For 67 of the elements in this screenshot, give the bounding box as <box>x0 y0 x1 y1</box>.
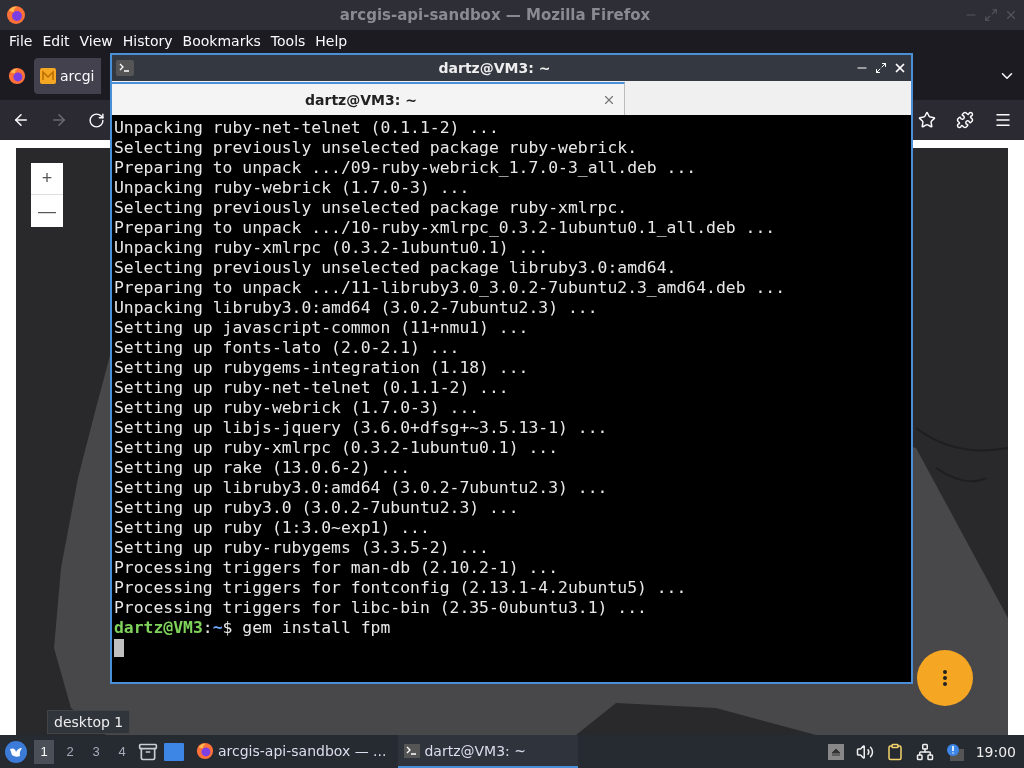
window-title: arcgis-api-sandbox — Mozilla Firefox <box>338 6 652 24</box>
workspace-button[interactable]: 4 <box>112 739 132 764</box>
terminal-line: Setting up ruby-xmlrpc (0.3.2-1ubuntu0.1) ... <box>114 438 560 458</box>
more-icon <box>943 670 947 686</box>
terminal-line: Setting up javascript-common (11+nmu1) ... <box>114 318 530 338</box>
browser-logo-icon <box>196 741 214 760</box>
terminal-line: Setting up ruby-rubygems (3.3.5-2) ... <box>114 538 490 558</box>
terminal-line: Unpacking libruby3.0:amd64 (3.0.2-7ubuntu2.3) ... <box>114 298 599 318</box>
start-menu-icon[interactable] <box>4 739 28 764</box>
extensions-icon[interactable] <box>956 111 974 129</box>
terminal-line: Setting up rubygems-integration (1.18) ... <box>114 358 530 378</box>
terminal-line: Processing triggers for fontconfig (2.13.1-4.2ubuntu5) ... <box>114 578 688 598</box>
terminal-line: Setting up ruby-net-telnet (0.1.1-2) ... <box>114 378 510 398</box>
terminal-line: Setting up libruby3.0:amd64 (3.0.2-7ubuntu2.3) ... <box>114 478 609 498</box>
menu-item[interactable]: Help <box>311 33 352 49</box>
browser-tab[interactable]: arcgi <box>34 58 101 94</box>
clipboard-icon[interactable] <box>885 742 904 761</box>
terminal-tab[interactable]: dartz@VM3: ~ <box>112 82 625 115</box>
network-icon[interactable] <box>915 742 934 761</box>
close-icon[interactable] <box>893 61 907 75</box>
terminal-line: Unpacking ruby-net-telnet (0.1.1-2) ... <box>114 118 500 138</box>
terminal-line: Setting up ruby (1:3.0~exp1) ... <box>114 518 431 538</box>
terminal-line: Processing triggers for man-db (2.10.2-1) ... <box>114 558 560 578</box>
terminal-line: Setting up ruby3.0 (3.0.2-7ubuntu2.3) ... <box>114 498 520 518</box>
workspace-button[interactable]: 3 <box>86 739 106 764</box>
terminal-line: Selecting previously unselected package ruby-webrick. <box>114 138 638 158</box>
eject-icon[interactable] <box>827 743 844 760</box>
volume-icon[interactable] <box>855 742 874 761</box>
menu-item[interactable]: File <box>5 33 37 49</box>
window-title: dartz@VM3: ~ <box>437 60 552 76</box>
terminal-line: Unpacking ruby-xmlrpc (0.3.2-1ubuntu0.1) ... <box>114 238 550 258</box>
terminal-icon <box>116 60 134 76</box>
menu-item[interactable]: Edit <box>38 33 74 49</box>
tooltip: desktop 1 <box>47 710 131 734</box>
menu-item[interactable]: Tools <box>266 33 310 49</box>
notification-icon[interactable] <box>945 742 964 761</box>
workspace-button[interactable]: 2 <box>60 739 80 764</box>
terminal-line: Preparing to unpack .../09-ruby-webrick_1.7.0-3_all.deb ... <box>114 158 698 178</box>
taskbar-task[interactable]: arcgis-api-sandbox — ... <box>190 735 393 768</box>
terminal-line: Setting up rake (13.0.6-2) ... <box>114 458 412 478</box>
terminal-line: Setting up fonts-lato (2.0-2.1) ... <box>114 338 461 358</box>
terminal-line: Preparing to unpack .../10-ruby-xmlrpc_0.3.2-1ubuntu0.1_all.deb ... <box>114 218 777 238</box>
browser-logo-icon <box>8 67 26 85</box>
terminal-line: Processing triggers for libc-bin (2.35-0ubuntu3.1) ... <box>114 598 648 618</box>
browser-logo-icon <box>6 5 26 25</box>
reload-icon[interactable] <box>88 111 105 129</box>
prompt-line: dartz@VM3:~$ gem install fpm <box>114 618 392 638</box>
clock: 19:00 <box>975 743 1016 760</box>
taskbar-task[interactable]: dartz@VM3: ~ <box>398 735 579 768</box>
tab-favicon-icon <box>40 68 56 84</box>
terminal-line: Preparing to unpack .../11-libruby3.0_3.0.2-7ubuntu2.3_amd64.deb ... <box>114 278 787 298</box>
terminal-line: Selecting previously unselected package libruby3.0:amd64. <box>114 258 678 278</box>
menu-item[interactable]: History <box>118 33 177 49</box>
window-icon[interactable] <box>164 742 184 761</box>
menu-item[interactable]: Bookmarks <box>178 33 265 49</box>
maximize-icon[interactable] <box>875 62 887 74</box>
terminal-line: Setting up ruby-webrick (1.7.0-3) ... <box>114 398 481 418</box>
terminal-line: Setting up libjs-jquery (3.6.0+dfsg+~3.5.13-1) ... <box>114 418 609 438</box>
menu-icon[interactable] <box>994 111 1012 129</box>
bookmark-star-icon[interactable] <box>918 111 936 129</box>
workspace-button[interactable]: 1 <box>34 739 54 764</box>
terminal-line: Unpacking ruby-webrick (1.7.0-3) ... <box>114 178 471 198</box>
back-icon[interactable] <box>12 111 30 129</box>
terminal-icon <box>404 743 421 758</box>
file-cabinet-icon[interactable] <box>138 741 158 762</box>
menu-item[interactable]: View <box>75 33 117 49</box>
terminal-line: Selecting previously unselected package ruby-xmlrpc. <box>114 198 629 218</box>
